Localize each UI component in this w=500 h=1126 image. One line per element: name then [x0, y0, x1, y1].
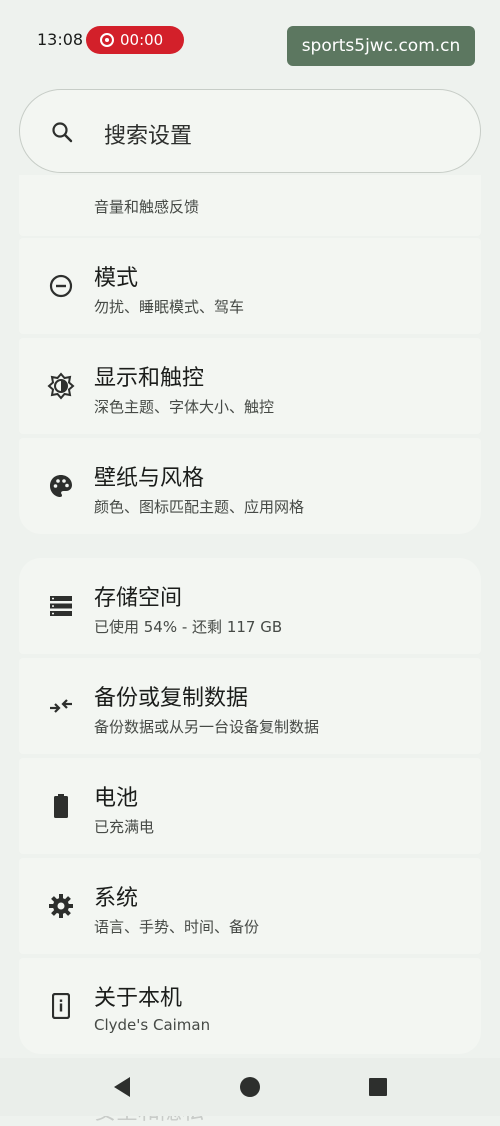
search-placeholder: 搜索设置 — [104, 124, 193, 149]
search-settings-bar[interactable]: 搜索设置 — [19, 89, 481, 173]
settings-item-title: 系统 — [94, 886, 139, 911]
settings-item-subtitle: 已使用 54% - 还剩 117 GB — [94, 618, 283, 636]
device-info-icon — [47, 992, 75, 1020]
settings-item-subtitle: 备份数据或从另一台设备复制数据 — [94, 718, 320, 736]
home-icon[interactable] — [238, 1075, 262, 1099]
record-icon — [100, 33, 114, 47]
search-icon — [52, 122, 73, 143]
settings-item-subtitle: 颜色、图标匹配主题、应用网格 — [94, 498, 305, 516]
settings-item-storage[interactable]: 存储空间 已使用 54% - 还剩 117 GB — [19, 558, 481, 654]
back-icon[interactable] — [110, 1075, 134, 1099]
status-time: 13:08 — [37, 30, 84, 49]
settings-item-system[interactable]: 系统 语言、手势、时间、备份 — [19, 858, 481, 954]
settings-item-subtitle: 勿扰、睡眠模式、驾车 — [94, 298, 245, 316]
settings-item-title: 模式 — [94, 266, 139, 291]
settings-item-title: 存储空间 — [94, 586, 183, 611]
settings-item-subtitle: Clyde's Caiman — [94, 1016, 211, 1034]
settings-item-about[interactable]: 关于本机 Clyde's Caiman — [19, 958, 481, 1054]
palette-icon — [47, 472, 75, 500]
settings-item-wallpaper[interactable]: 壁纸与风格 颜色、图标匹配主题、应用网格 — [19, 438, 481, 534]
settings-item-title: 壁纸与风格 — [94, 466, 205, 491]
settings-item-subtitle: 深色主题、字体大小、触控 — [94, 398, 275, 416]
storage-icon — [47, 592, 75, 620]
battery-icon — [47, 792, 75, 820]
settings-item-modes[interactable]: 模式 勿扰、睡眠模式、驾车 — [19, 238, 481, 334]
settings-item-title: 关于本机 — [94, 986, 183, 1011]
settings-item-title: 电池 — [94, 786, 139, 811]
watermark-overlay: sports5jwc.com.cn — [287, 26, 475, 66]
settings-item-sound[interactable]: 音量和触感反馈 — [19, 175, 481, 236]
gear-icon — [47, 892, 75, 920]
settings-item-title: 显示和触控 — [94, 366, 205, 391]
settings-item-subtitle: 语言、手势、时间、备份 — [94, 918, 260, 936]
status-bar: 13:08 00:00 sports5jwc.com.cn — [0, 0, 500, 80]
display-brightness-icon — [47, 372, 75, 400]
settings-item-title: 备份或复制数据 — [94, 686, 249, 711]
settings-item-subtitle: 音量和触感反馈 — [94, 198, 200, 216]
do-not-disturb-icon — [47, 272, 75, 300]
backup-transfer-icon — [47, 692, 75, 720]
recents-icon[interactable] — [366, 1075, 390, 1099]
recording-timer: 00:00 — [120, 31, 164, 49]
settings-item-subtitle: 已充满电 — [94, 818, 155, 836]
settings-item-backup[interactable]: 备份或复制数据 备份数据或从另一台设备复制数据 — [19, 658, 481, 754]
screen-recording-indicator[interactable]: 00:00 — [86, 26, 184, 54]
settings-item-battery[interactable]: 电池 已充满电 — [19, 758, 481, 854]
navigation-bar — [0, 1058, 500, 1116]
settings-item-display[interactable]: 显示和触控 深色主题、字体大小、触控 — [19, 338, 481, 434]
